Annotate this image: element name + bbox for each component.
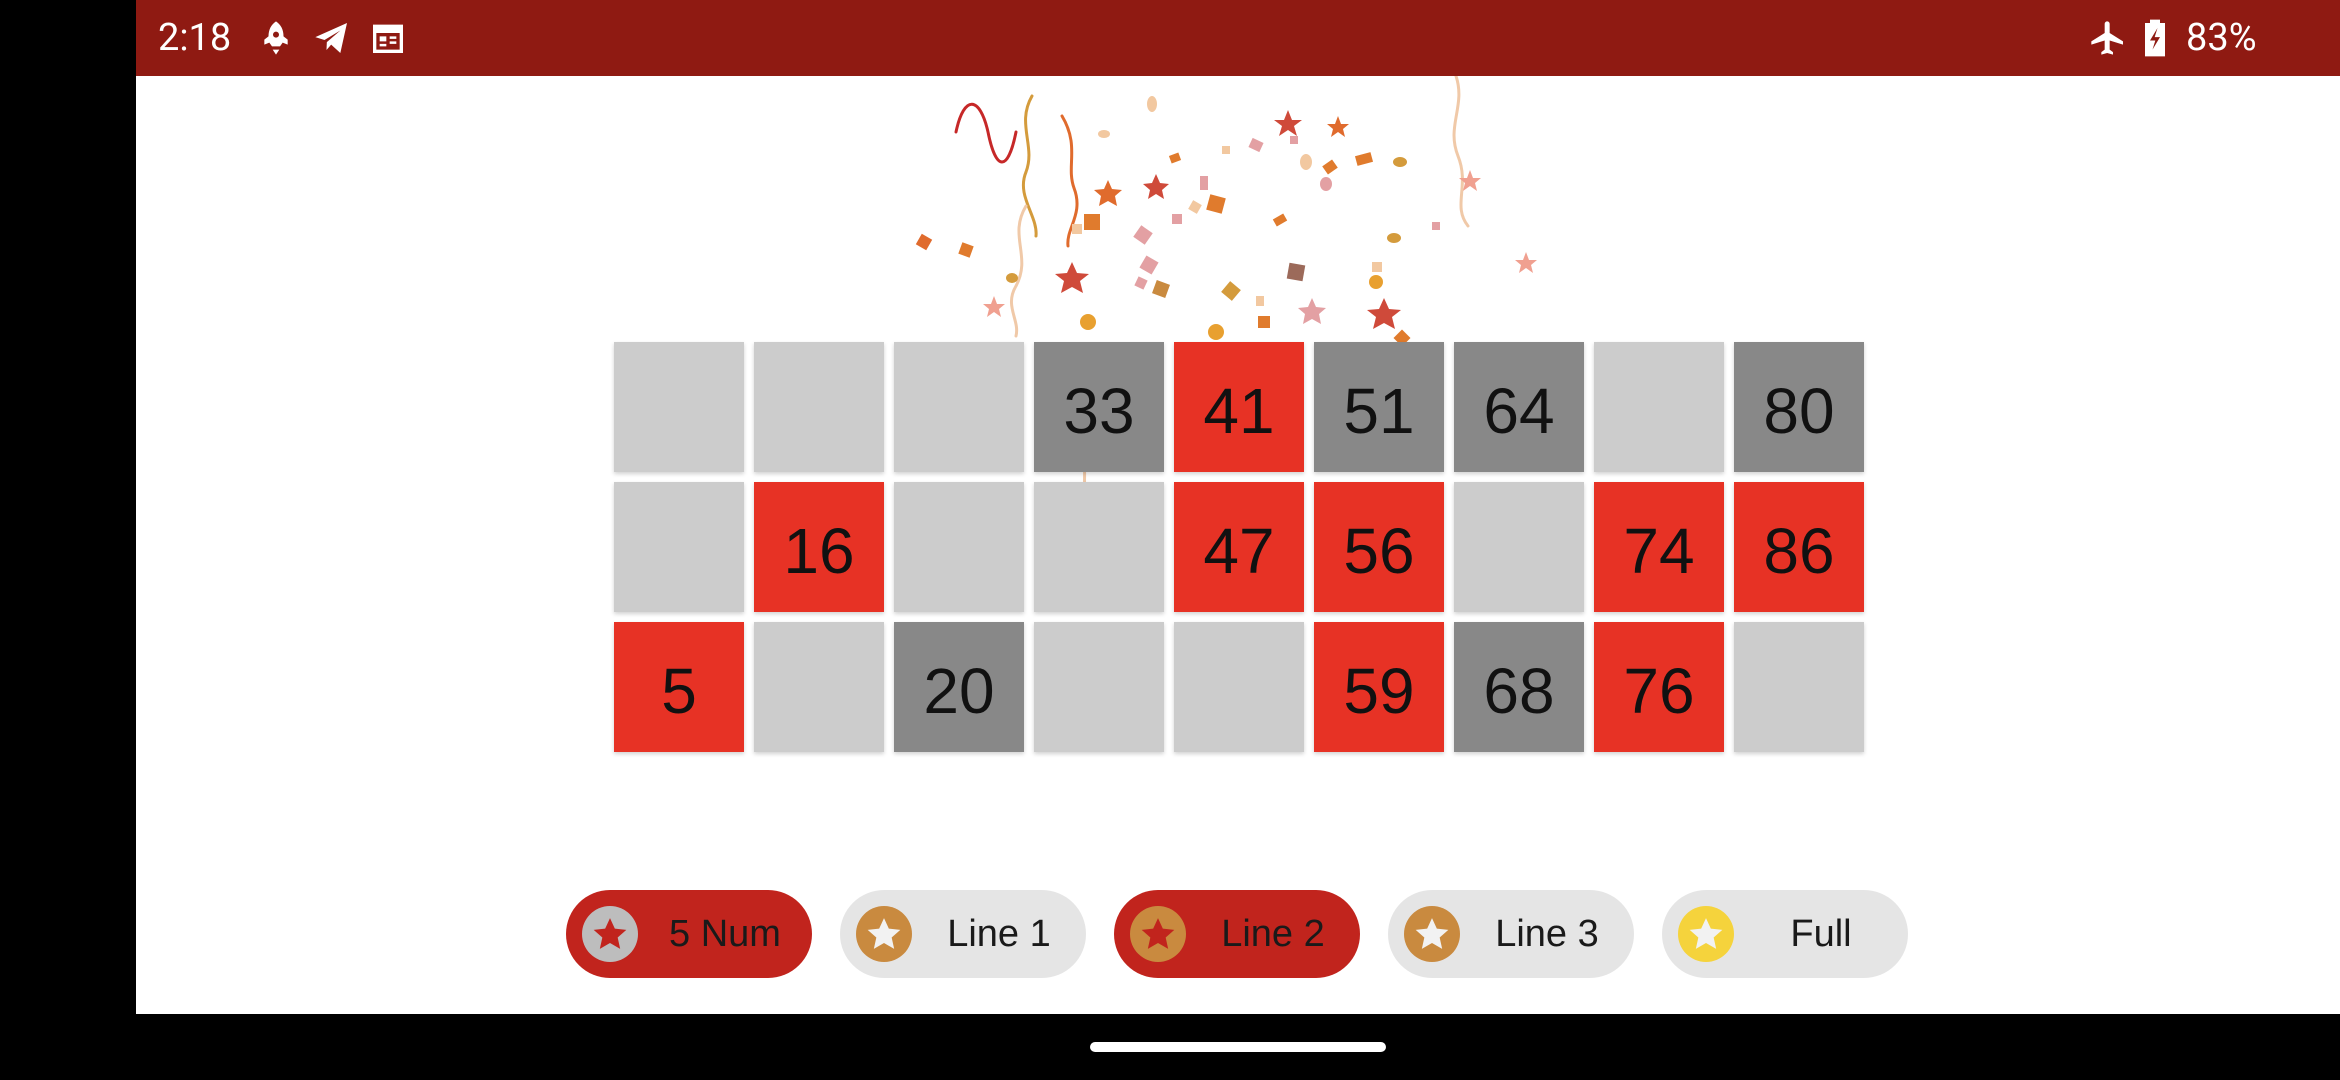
prize-chip-full[interactable]: Full: [1662, 890, 1908, 978]
ticket-cell[interactable]: [1174, 622, 1304, 752]
calendar-icon: [373, 24, 403, 53]
ticket-cell[interactable]: 64: [1454, 342, 1584, 472]
ticket-cell-number: 80: [1763, 375, 1835, 447]
ticket-cell[interactable]: 68: [1454, 622, 1584, 752]
ticket-cell[interactable]: [1034, 622, 1164, 752]
ticket-cell[interactable]: 20: [894, 622, 1024, 752]
status-time: 2:18: [158, 16, 232, 60]
prize-label: Line 3: [1495, 913, 1599, 955]
home-indicator[interactable]: [1090, 1042, 1386, 1052]
ticket-cell[interactable]: [1734, 622, 1864, 752]
prize-label: Line 1: [947, 913, 1051, 955]
ticket-cell[interactable]: [1034, 482, 1164, 612]
prize-chip-line-2[interactable]: Line 2: [1114, 890, 1360, 978]
star-icon: [867, 918, 901, 949]
status-bar: 2:18 83%: [136, 0, 2340, 76]
ticket-cell-number: 16: [783, 515, 855, 587]
ticket-cell-number: 33: [1063, 375, 1135, 447]
ticket-cell-number: 86: [1763, 515, 1835, 587]
ticket-cell-number: 51: [1343, 375, 1415, 447]
ticket-cell[interactable]: [614, 342, 744, 472]
ticket-cell-number: 5: [661, 655, 697, 727]
ticket-cell[interactable]: 86: [1734, 482, 1864, 612]
rocket-icon: [264, 21, 288, 55]
ticket-cell[interactable]: 59: [1314, 622, 1444, 752]
ticket-cell[interactable]: [614, 482, 744, 612]
ticket-cell[interactable]: 47: [1174, 482, 1304, 612]
prize-label: Line 2: [1221, 913, 1325, 955]
ticket-cell-number: 41: [1203, 375, 1275, 447]
battery-charging-icon: [2145, 19, 2165, 57]
ticket-cell[interactable]: 51: [1314, 342, 1444, 472]
ticket-cell[interactable]: 56: [1314, 482, 1444, 612]
prize-label: 5 Num: [669, 913, 781, 955]
ticket-cell-number: 56: [1343, 515, 1415, 587]
ticket-cell-number: 68: [1483, 655, 1555, 727]
ticket-cell[interactable]: 5: [614, 622, 744, 752]
star-icon: [593, 918, 627, 949]
prize-badge: [1404, 906, 1460, 962]
prize-badge: [1678, 906, 1734, 962]
prize-badge: [856, 906, 912, 962]
prize-label: Full: [1790, 913, 1852, 955]
ticket-cell[interactable]: [894, 482, 1024, 612]
prize-chip-line-1[interactable]: Line 1: [840, 890, 1086, 978]
send-icon: [315, 23, 347, 53]
ticket-cell[interactable]: 80: [1734, 342, 1864, 472]
ticket-cell[interactable]: 16: [754, 482, 884, 612]
ticket-cell[interactable]: 33: [1034, 342, 1164, 472]
ticket-cell[interactable]: 41: [1174, 342, 1304, 472]
ticket-cell[interactable]: [1594, 342, 1724, 472]
star-icon: [1141, 918, 1175, 949]
ticket-cell[interactable]: [754, 342, 884, 472]
prize-chip-5-num[interactable]: 5 Num: [566, 890, 812, 978]
ticket-cell[interactable]: 76: [1594, 622, 1724, 752]
ticket-cell-number: 20: [923, 655, 995, 727]
battery-percent: 83%: [2186, 16, 2257, 60]
star-icon: [1689, 918, 1723, 949]
ticket-cell[interactable]: 74: [1594, 482, 1724, 612]
ticket-cell-number: 47: [1203, 515, 1275, 587]
bingo-ticket: 33 41 51 64 80 16 47 56 74 86 5 20 59 68…: [136, 0, 2340, 1014]
prize-chip-line-3[interactable]: Line 3: [1388, 890, 1634, 978]
ticket-cell[interactable]: [754, 622, 884, 752]
prize-badge: [1130, 906, 1186, 962]
ticket-cell-number: 64: [1483, 375, 1555, 447]
ticket-cell-number: 74: [1623, 515, 1695, 587]
ticket-cell[interactable]: [1454, 482, 1584, 612]
star-icon: [1415, 918, 1449, 949]
prize-badge: [582, 906, 638, 962]
app-screen: 2:18 83% 33 41 51 64 80 16 47 56 74 86 5…: [136, 0, 2340, 1014]
airplane-mode-icon: [2091, 21, 2123, 55]
ticket-cell-number: 59: [1343, 655, 1415, 727]
ticket-cell-number: 76: [1623, 655, 1695, 727]
ticket-cell[interactable]: [894, 342, 1024, 472]
